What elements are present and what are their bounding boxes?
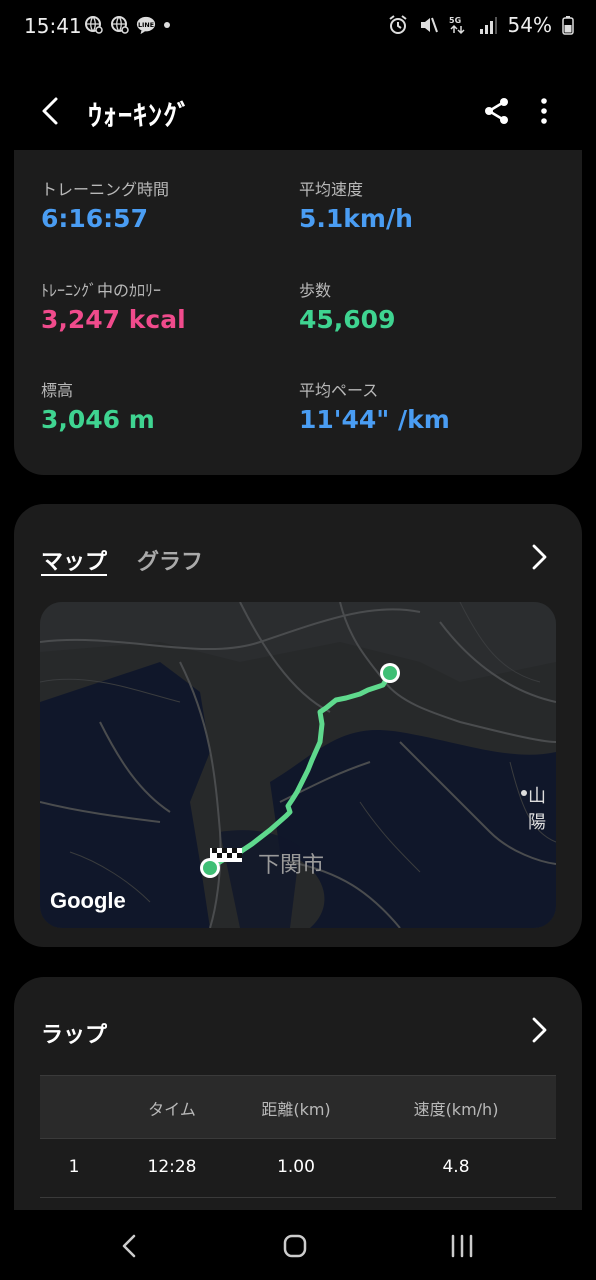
tab-graph[interactable]: グラフ (137, 544, 203, 576)
battery-icon (562, 16, 574, 35)
col-distance-header: 距離(km) (261, 1100, 331, 1119)
stat-steps: 歩数 45,609 (299, 277, 395, 334)
chevron-right-icon[interactable] (528, 542, 550, 572)
route-map[interactable]: 下関市 山陽 Google (40, 602, 556, 928)
workout-stats-card: トレーニング時間 6:16:57 平均速度 5.1km/h ﾄﾚｰﾆﾝｸﾞ中のｶ… (14, 150, 582, 475)
signal-icon (479, 17, 497, 34)
map-graphic (40, 602, 556, 928)
svg-text:5G: 5G (449, 16, 461, 25)
start-marker-icon (383, 666, 397, 680)
laps-table-header: タイム 距離(km) 速度(km/h) (40, 1075, 556, 1139)
dot-icon (164, 22, 170, 28)
status-bar: 15:41 LINE 5G 54% (0, 0, 596, 54)
5g-icon: 5G (449, 16, 465, 35)
map-city-label: 下関市 (258, 853, 325, 878)
nav-recents-icon[interactable] (444, 1228, 480, 1264)
stat-value: 5.1km/h (299, 204, 413, 233)
app-bar: ｳｫｰｷﾝｸﾞ (0, 76, 596, 148)
laps-card: ラップ タイム 距離(km) 速度(km/h) 1 12:28 1.00 4.8 (14, 977, 582, 1217)
stat-training-time: トレーニング時間 6:16:57 (41, 176, 169, 233)
col-time-header: タイム (148, 1100, 196, 1119)
stat-calories: ﾄﾚｰﾆﾝｸﾞ中のｶﾛﾘｰ 3,247 kcal (41, 277, 186, 334)
back-arrow-icon[interactable] (34, 93, 70, 129)
stat-label: 標高 (41, 381, 74, 400)
page-title: ｳｫｰｷﾝｸﾞ (88, 99, 193, 132)
stat-label: ﾄﾚｰﾆﾝｸﾞ中のｶﾛﾘｰ (41, 281, 162, 300)
globe-search-icon (85, 16, 103, 34)
stat-avg-pace: 平均ペース 11'44" /km (299, 377, 450, 434)
map-city-label-2: 山陽 (528, 786, 546, 833)
battery-percent: 54% (507, 13, 552, 37)
more-options-icon[interactable] (530, 94, 558, 128)
stat-value: 3,247 kcal (41, 305, 186, 334)
mute-icon (420, 17, 438, 33)
tab-map[interactable]: マップ (41, 544, 107, 576)
table-row: 1 12:28 1.00 4.8 (40, 1137, 556, 1198)
lap-distance: 1.00 (277, 1157, 315, 1177)
status-time: 15:41 (24, 14, 82, 38)
stat-value: 3,046 m (41, 405, 155, 434)
lap-speed: 4.8 (442, 1157, 470, 1177)
stat-value: 6:16:57 (41, 204, 148, 233)
stat-label: 平均ペース (299, 381, 379, 400)
system-nav-bar (0, 1210, 596, 1280)
stat-label: 歩数 (299, 281, 332, 300)
google-logo: Google (50, 888, 126, 913)
stat-avg-speed: 平均速度 5.1km/h (299, 176, 413, 233)
system-status: 5G 54% (388, 13, 574, 37)
stat-label: トレーニング時間 (41, 180, 170, 199)
stat-value: 45,609 (299, 305, 396, 334)
nav-back-icon[interactable] (112, 1228, 148, 1264)
end-marker-icon (203, 861, 217, 875)
active-tab-indicator (41, 574, 107, 576)
nav-home-icon[interactable] (277, 1228, 313, 1264)
share-icon[interactable] (480, 94, 514, 128)
stat-elevation: 標高 3,046 m (41, 377, 155, 434)
map-card: マップ グラフ 下関市 山陽 Google (14, 504, 582, 947)
laps-title: ラップ (41, 1023, 108, 1048)
svg-text:LINE: LINE (138, 22, 154, 29)
stat-label: 平均速度 (299, 180, 364, 199)
line-app-icon: LINE (136, 16, 156, 35)
notification-icons: LINE (84, 15, 172, 35)
stat-value: 11'44" /km (299, 405, 450, 434)
alarm-icon (388, 15, 407, 34)
globe-search-icon (111, 16, 129, 34)
lap-number: 1 (68, 1157, 80, 1177)
col-speed-header: 速度(km/h) (413, 1100, 499, 1119)
chevron-right-icon[interactable] (528, 1015, 550, 1045)
lap-time: 12:28 (147, 1157, 197, 1177)
